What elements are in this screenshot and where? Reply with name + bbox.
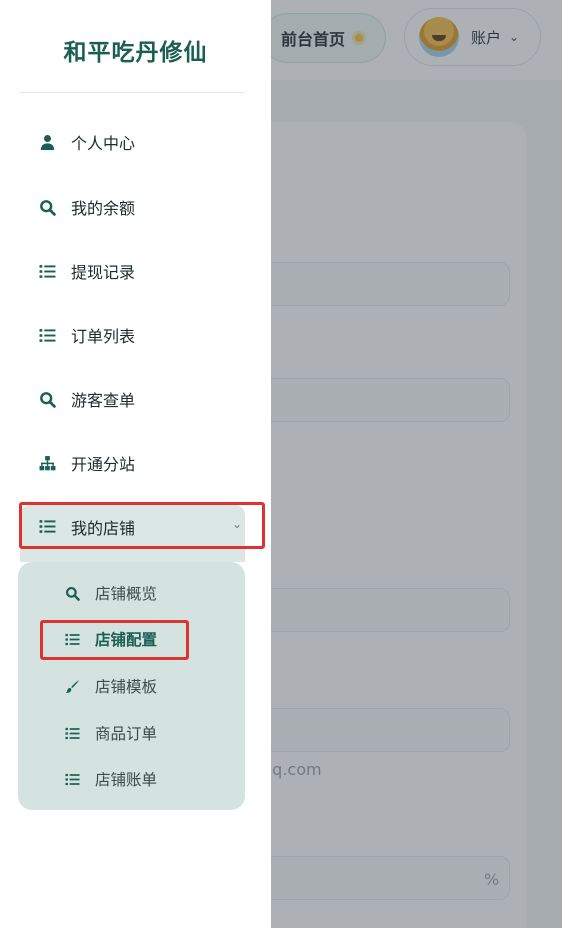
user-icon [38,133,56,151]
nav-item-label: 我的店铺 [71,518,136,538]
nav-item-orders[interactable]: 订单列表 [20,313,245,357]
submenu-item-product-orders[interactable]: 商品订单 [44,714,234,752]
brand-title: 和平吃丹修仙 [63,40,208,66]
sitemap-icon [38,454,56,472]
nav-item-label: 订单列表 [71,327,136,346]
list-icon [38,326,56,344]
nav-item-guest-order-lookup[interactable]: 游客查单 [20,377,245,421]
nav-item-label: 个人中心 [71,134,136,153]
submenu-item-label: 店铺账单 [95,771,158,789]
nav-item-label: 我的余额 [71,199,136,218]
nav-item-balance[interactable]: 我的余额 [20,185,245,229]
search-icon [38,198,56,216]
nav-item-open-substation[interactable]: 开通分站 [20,441,245,485]
list-icon [38,518,56,536]
submenu-item-label: 店铺配置 [95,631,158,649]
search-icon [64,585,80,601]
nav-item-profile[interactable]: 个人中心 [20,120,245,164]
search-icon [38,390,56,408]
nav-item-label: 游客查单 [71,391,136,410]
side-drawer: 和平吃丹修仙 个人中心 我的余额 提现记录 订单列表 游客查单 开通分站 我的店… [0,0,271,928]
submenu-item-label: 商品订单 [95,725,158,743]
submenu-item-shop-overview[interactable]: 店铺概览 [44,574,234,612]
submenu-item-shop-template[interactable]: 店铺模板 [44,667,234,705]
submenu-item-shop-config[interactable]: 店铺配置 [44,620,234,658]
nav-item-my-shop[interactable]: 我的店铺 ⌄ [20,505,245,562]
list-icon [38,262,56,280]
nav-item-withdrawals[interactable]: 提现记录 [20,249,245,293]
nav-item-label: 开通分站 [71,455,136,474]
submenu-item-shop-bills[interactable]: 店铺账单 [44,760,234,798]
nav-item-label: 提现记录 [71,263,136,282]
chevron-down-icon: ⌄ [232,517,243,531]
list-icon [64,771,80,787]
brush-icon [64,678,80,694]
list-icon [64,725,80,741]
submenu-item-label: 店铺模板 [95,678,158,696]
submenu-item-label: 店铺概览 [95,585,158,603]
divider [20,92,245,93]
list-icon [64,631,80,647]
